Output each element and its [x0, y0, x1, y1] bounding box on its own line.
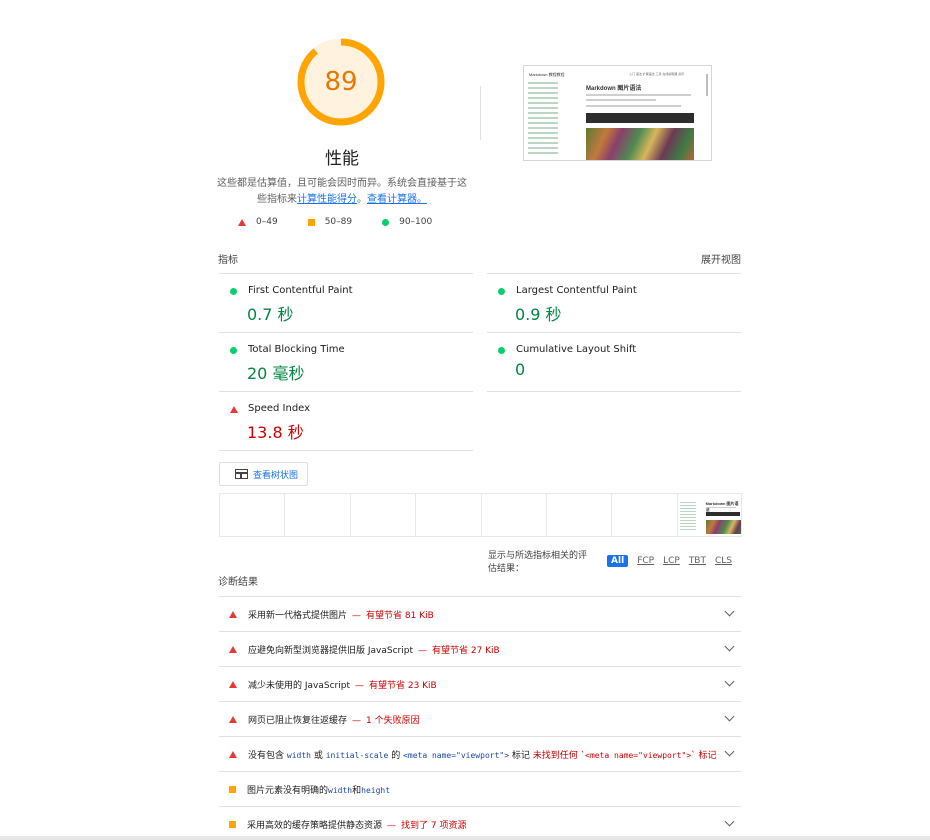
legend-pass: 90–100	[382, 217, 432, 227]
filter-fcp[interactable]: FCP	[637, 556, 654, 566]
audit-row[interactable]: 减少未使用的 JavaScript — 有望节省 23 KiB	[219, 666, 741, 701]
screenshot-title: Markdown 图片语法	[586, 86, 642, 92]
filter-tbt[interactable]: TBT	[689, 556, 706, 566]
fail-triangle-icon	[229, 715, 237, 723]
horizontal-scrollbar[interactable]	[0, 836, 930, 840]
audit-row[interactable]: 采用高效的缓存策略提供静态资源 — 找到了 7 项资源	[219, 806, 741, 840]
filmstrip-frame	[611, 493, 677, 537]
average-square-icon	[229, 820, 236, 828]
chevron-down-icon[interactable]	[724, 746, 735, 757]
chevron-down-icon[interactable]	[724, 711, 735, 722]
filmstrip-frame-loaded: Markdown 图片语法	[676, 493, 742, 537]
score-value: 89	[324, 67, 358, 97]
audit-row[interactable]: 应避免向新型浏览器提供旧版 JavaScript — 有望节省 27 KiB	[219, 631, 741, 666]
filmstrip-frame	[545, 493, 612, 537]
screenshot-text-line	[586, 99, 656, 101]
fail-triangle-icon	[229, 750, 237, 758]
filmstrip-frame	[219, 493, 285, 537]
screenshot-sidebar	[528, 82, 574, 157]
performance-score-gauge: 89	[295, 36, 387, 128]
metric-fcp: First Contentful Paint 0.7 秒	[219, 273, 473, 332]
average-square-icon	[229, 785, 236, 793]
filmstrip-frame	[284, 493, 350, 537]
chevron-down-icon[interactable]	[724, 641, 735, 652]
pass-circle-icon	[382, 218, 390, 226]
score-category-label: 性能	[325, 149, 359, 169]
fail-triangle-icon	[238, 218, 246, 226]
expand-view-toggle[interactable]: 展开视图	[701, 251, 741, 266]
fail-triangle-icon	[230, 406, 238, 413]
diagnostics-header: 诊断结果	[218, 577, 258, 588]
metric-tbt: Total Blocking Time 20 毫秒	[219, 332, 473, 391]
fail-triangle-icon	[229, 680, 237, 688]
chevron-down-icon[interactable]	[724, 676, 735, 687]
chevron-down-icon[interactable]	[724, 816, 735, 827]
filmstrip: Markdown 图片语法	[219, 493, 742, 537]
filter-all[interactable]: All	[607, 555, 629, 567]
metrics-bottom-border	[219, 450, 473, 451]
filmstrip-frame	[415, 493, 481, 537]
screenshot-code-block	[586, 113, 694, 123]
metrics-title: 指标	[218, 255, 238, 266]
legend-fail: 0–49	[238, 217, 278, 227]
chevron-down-icon[interactable]	[724, 606, 735, 617]
screenshot-text-line	[586, 94, 691, 96]
filmstrip-frame	[349, 493, 416, 537]
final-screenshot[interactable]: Markdown 教程教程 入门 语法 扩展语法 工具 在线编辑器 资讯 Mar…	[523, 65, 712, 161]
screenshot-brand: Markdown 教程教程	[529, 72, 565, 77]
calc-score-link[interactable]: 计算性能得分	[297, 194, 357, 205]
pass-circle-icon	[230, 288, 237, 295]
audit-row[interactable]: 图片元素没有明确的width和height	[219, 771, 741, 806]
pass-circle-icon	[230, 347, 237, 354]
legend-average: 50–89	[307, 217, 352, 227]
treemap-icon	[235, 469, 248, 479]
metric-filter: 显示与所选指标相关的评估结果： All FCP LCP TBT CLS	[488, 548, 741, 574]
view-treemap-button[interactable]: 查看树状图	[219, 462, 308, 486]
pass-circle-icon	[498, 347, 505, 354]
filmstrip-frame	[480, 493, 546, 537]
audit-row[interactable]: 网页已阻止恢复往返缓存 —1 个失败原因	[219, 701, 741, 736]
score-legend: 0–49 50–89 90–100	[238, 217, 498, 227]
metric-lcp: Largest Contentful Paint 0.9 秒	[487, 273, 741, 332]
filter-label: 显示与所选指标相关的评估结果：	[488, 551, 588, 574]
filter-lcp[interactable]: LCP	[663, 556, 680, 566]
metric-cls: Cumulative Layout Shift 0	[487, 332, 741, 391]
header-divider	[480, 86, 481, 140]
fail-triangle-icon	[229, 645, 237, 653]
metric-speed-index: Speed Index 13.8 秒	[219, 391, 473, 450]
audit-row[interactable]: 没有包含 width 或 initial-scale 的 <meta name=…	[219, 736, 741, 771]
audit-row[interactable]: 采用新一代格式提供图片 — 有望节省 81 KiB	[219, 596, 741, 631]
screenshot-text-line	[586, 105, 681, 107]
screenshot-image	[586, 128, 694, 160]
screenshot-scrollbar	[706, 74, 708, 96]
metrics-header: 指标 展开视图	[218, 251, 741, 266]
screenshot-nav: 入门 语法 扩展语法 工具 在线编辑器 资讯	[629, 72, 685, 76]
metrics-bottom-border	[487, 391, 741, 392]
calculator-link[interactable]: 查看计算器。	[367, 194, 427, 205]
score-description: 这些都是估算值，且可能会因时而异。系统会直接基于这些指标来计算性能得分。查看计算…	[217, 178, 467, 205]
filter-cls[interactable]: CLS	[715, 556, 732, 566]
pass-circle-icon	[498, 288, 505, 295]
fail-triangle-icon	[229, 610, 237, 618]
average-square-icon	[307, 218, 315, 226]
